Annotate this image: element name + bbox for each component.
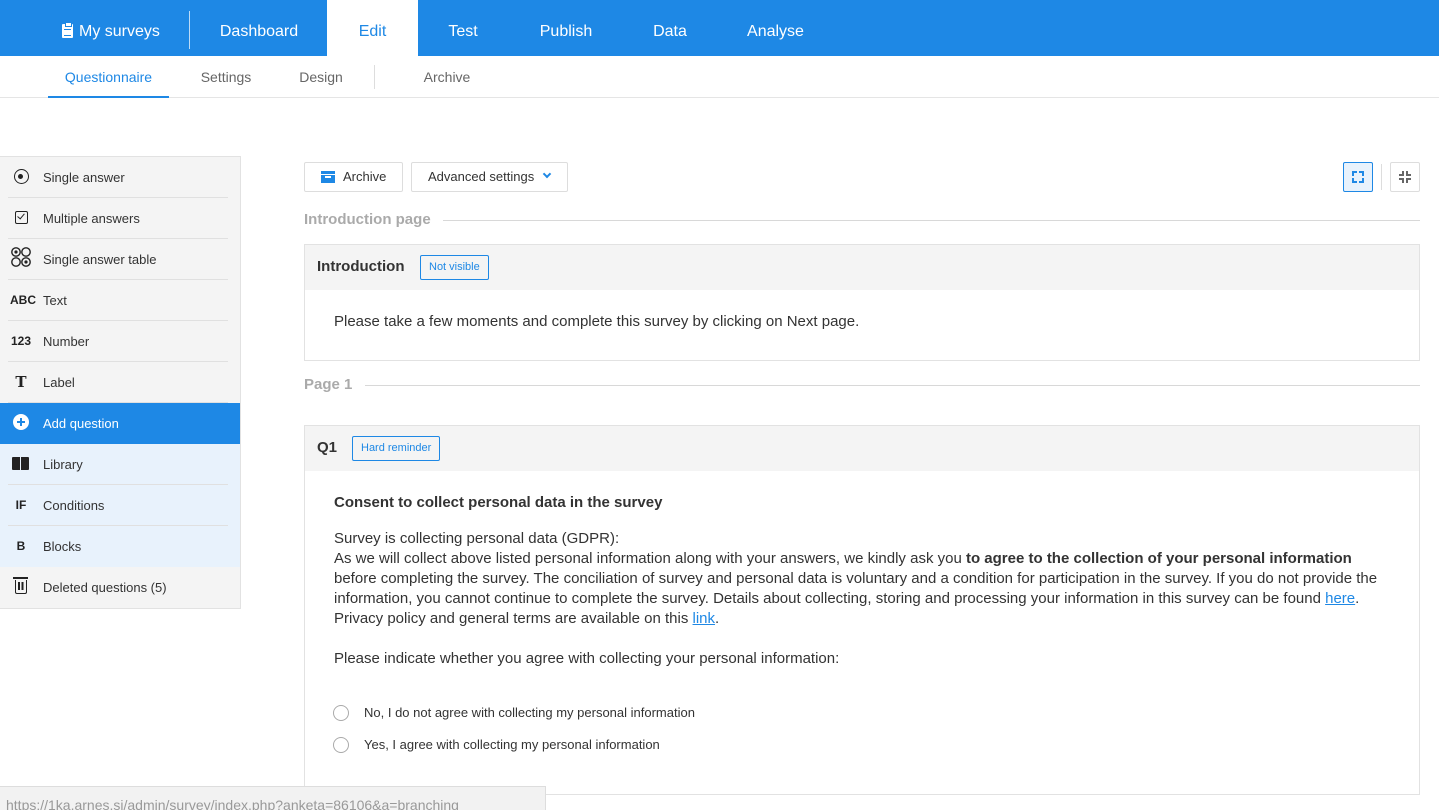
section-divider [443,220,1420,221]
sidebar-item-label: Add question [43,416,119,431]
sidebar-item-label: Number [43,334,90,349]
question-description: Survey is collecting personal data (GDPR… [334,529,1384,629]
nav-data[interactable]: Data [626,0,714,56]
checkbox-icon [14,211,28,224]
trash-icon [13,577,28,594]
sidebar-item-blocks[interactable]: B Blocks [0,526,240,567]
sidebar-item-number[interactable]: 123 Number [0,321,240,362]
radio-icon [13,169,29,184]
introduction-card-header: Introduction Not visible [305,245,1419,290]
sidebar-item-deleted-questions[interactable]: Deleted questions (5) [0,567,240,608]
introduction-card[interactable]: Introduction Not visible Please take a f… [304,244,1420,361]
not-visible-badge[interactable]: Not visible [420,255,489,280]
answer-option-yes[interactable]: Yes, I agree with collecting my personal… [333,736,933,754]
plus-circle-icon [13,414,29,430]
question-card-q1[interactable]: Q1 Hard reminder Consent to collect pers… [304,425,1420,795]
hard-reminder-badge[interactable]: Hard reminder [352,436,441,461]
nav-analyse[interactable]: Analyse [728,0,823,56]
nav-test[interactable]: Test [418,0,508,56]
introduction-card-title: Introduction [317,258,405,275]
number-123-icon: 123 [10,334,32,348]
details-link[interactable]: here [1325,590,1355,607]
gdpr-line: Survey is collecting personal data (GDPR… [334,530,620,547]
archive-button[interactable]: Archive [304,162,403,192]
advanced-settings-dropdown[interactable]: Advanced settings [411,162,568,192]
subnav-settings[interactable]: Settings [186,56,266,98]
subnav-questionnaire[interactable]: Questionnaire [48,56,169,98]
sidebar-item-add-question[interactable]: Add question [0,403,240,444]
top-navigation-bar: My surveys Dashboard Edit Test Publish D… [0,0,1439,56]
book-icon [12,457,30,470]
sidebar-item-label: Single answer table [43,252,157,267]
chevron-down-icon [542,169,552,179]
sidebar-item-text[interactable]: ABC Text [0,280,240,321]
sidebar-item-conditions[interactable]: IF Conditions [0,485,240,526]
question-prompt: Please indicate whether you agree with c… [334,650,840,667]
clipboard-icon [62,22,73,38]
sidebar-item-single-answer-table[interactable]: Single answer table [0,239,240,280]
consent-text: before completing the survey. The concil… [334,570,1378,607]
answer-option-label: No, I do not agree with collecting my pe… [364,705,695,720]
sidebar-item-label: Deleted questions (5) [43,580,167,595]
nav-edit[interactable]: Edit [327,0,418,56]
sidebar-item-label: Blocks [43,539,82,554]
privacy-policy-link[interactable]: link [693,610,716,627]
consent-text: . [715,610,720,627]
subnav-divider [374,65,375,89]
sidebar-item-label: Multiple answers [43,211,140,226]
grid-icon [10,239,32,280]
radio-button[interactable] [333,705,349,721]
blocks-b-icon: B [16,539,26,553]
sidebar-item-library[interactable]: Library [0,444,240,485]
subnav-design[interactable]: Design [285,56,357,98]
sidebar-item-label: Text [43,293,67,308]
subnav-archive[interactable]: Archive [409,56,485,98]
advanced-settings-label: Advanced settings [428,169,535,184]
archive-button-label: Archive [343,169,387,184]
question-type-sidebar: Single answer Multiple answers Single an… [0,156,241,609]
radio-button[interactable] [333,737,349,753]
answer-option-no[interactable]: No, I do not agree with collecting my pe… [333,704,933,722]
question-title: Consent to collect personal data in the … [334,494,663,511]
section-divider [365,385,1420,386]
sidebar-item-label: Label [43,375,75,390]
sidebar-item-label: Conditions [43,498,105,513]
conditions-if-icon: IF [15,498,27,512]
introduction-page-heading: Introduction page [304,211,431,228]
answer-option-label: Yes, I agree with collecting my personal… [364,737,660,752]
label-t-icon: T [15,373,27,391]
nav-publish[interactable]: Publish [516,0,616,56]
sub-navigation-bar: Questionnaire Settings Design Archive [0,56,1439,98]
toolbar-divider [1381,164,1382,190]
sidebar-item-multiple-answers[interactable]: Multiple answers [0,198,240,239]
question-id: Q1 [317,439,338,456]
introduction-text: Please take a few moments and complete t… [334,313,860,330]
consent-text: As we will collect above listed personal… [334,550,966,567]
expand-all-button[interactable] [1343,162,1373,192]
nav-divider [189,11,190,49]
consent-text-bold: to agree to the collection of your perso… [965,550,1352,567]
page-1-heading: Page 1 [304,376,353,393]
sidebar-item-label: Library [43,457,83,472]
text-abc-icon: ABC [10,293,36,307]
nav-my-surveys-label: My surveys [79,23,160,40]
status-bar-url: https://1ka.arnes.si/admin/survey/index.… [0,786,546,810]
nav-dashboard[interactable]: Dashboard [198,0,320,56]
sidebar-item-label: Single answer [43,170,125,185]
archive-box-icon [321,171,335,183]
question-card-header: Q1 Hard reminder [305,426,1419,471]
sidebar-item-single-answer[interactable]: Single answer [0,157,240,198]
nav-my-surveys[interactable]: My surveys [62,0,172,56]
collapse-all-button[interactable] [1390,162,1420,192]
sidebar-item-label-type[interactable]: T Label [0,362,240,403]
